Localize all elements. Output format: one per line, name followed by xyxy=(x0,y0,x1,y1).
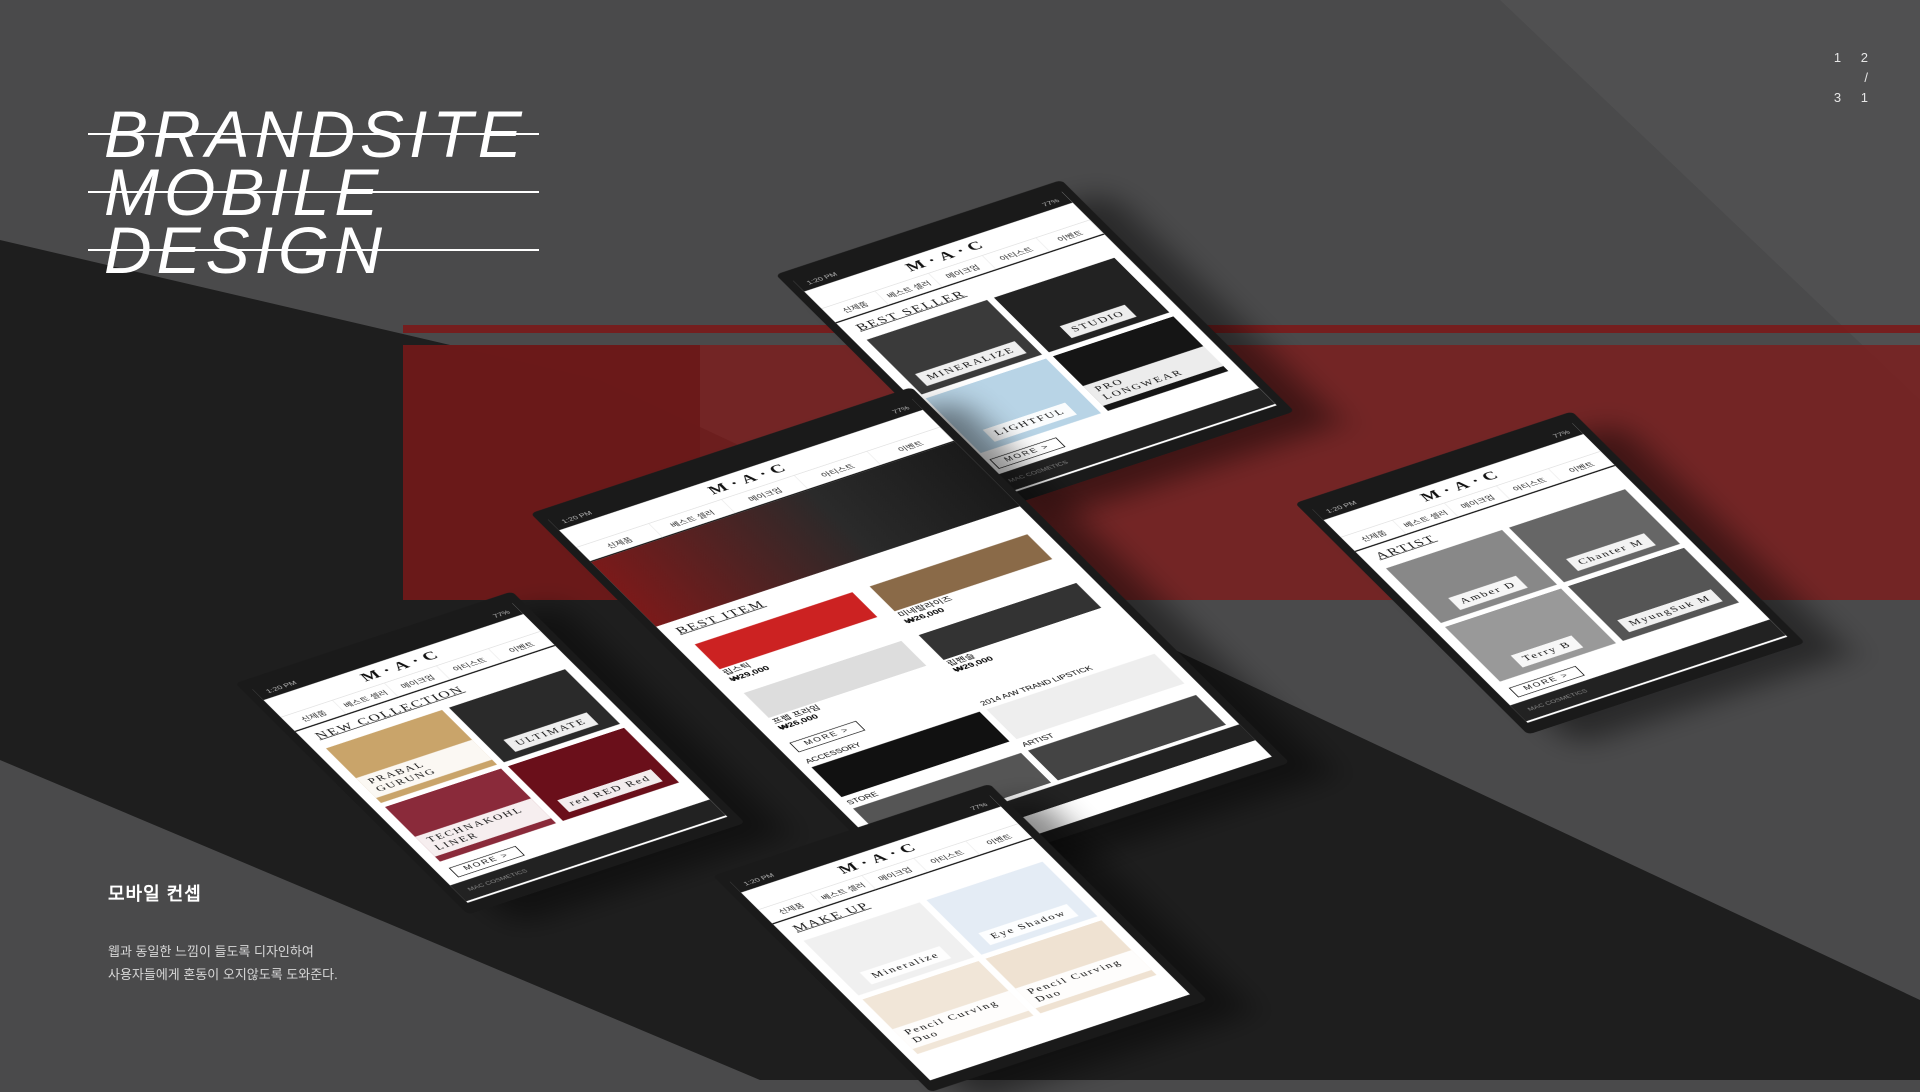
page-total: 3 1 xyxy=(1833,90,1876,105)
concept-line-1: 웹과 동일한 느낌이 들도록 디자인하여 xyxy=(108,944,314,959)
item-label: Pencil Curving Duo xyxy=(1015,950,1152,1009)
tile-label: LIGHTFUL xyxy=(982,402,1078,442)
status-battery: 77% xyxy=(1040,197,1062,208)
concept-heading: 모바일 컨셉 xyxy=(108,884,202,904)
status-battery: 77% xyxy=(968,801,990,812)
artist-name: Terry B xyxy=(1510,635,1584,668)
title-line-3: DESIGN xyxy=(88,217,539,283)
status-battery: 77% xyxy=(491,609,512,620)
tile-label: TECHNAKOHL LINER xyxy=(414,798,552,857)
page-current: 1 2 xyxy=(1833,50,1876,65)
tile-label: PRO LONGWEAR xyxy=(1082,346,1224,406)
page-separator: / xyxy=(1864,70,1876,85)
status-battery: 77% xyxy=(1551,429,1572,440)
page-title: BRANDSITE MOBILE DESIGN xyxy=(88,101,539,283)
concept-line-2: 사용자들에게 혼동이 오지않도록 도와준다. xyxy=(108,967,338,982)
page-counter: 1 2 / 3 1 xyxy=(1834,48,1876,108)
status-battery: 77% xyxy=(890,404,912,415)
tile-label: red RED Red xyxy=(557,769,663,813)
concept-description: 모바일 컨셉 웹과 동일한 느낌이 들도록 디자인하여 사용자들에게 혼동이 오… xyxy=(108,880,338,986)
artist-name: MyungSuk M xyxy=(1616,589,1724,633)
item-label: Pencil Curving Duo xyxy=(892,990,1029,1050)
